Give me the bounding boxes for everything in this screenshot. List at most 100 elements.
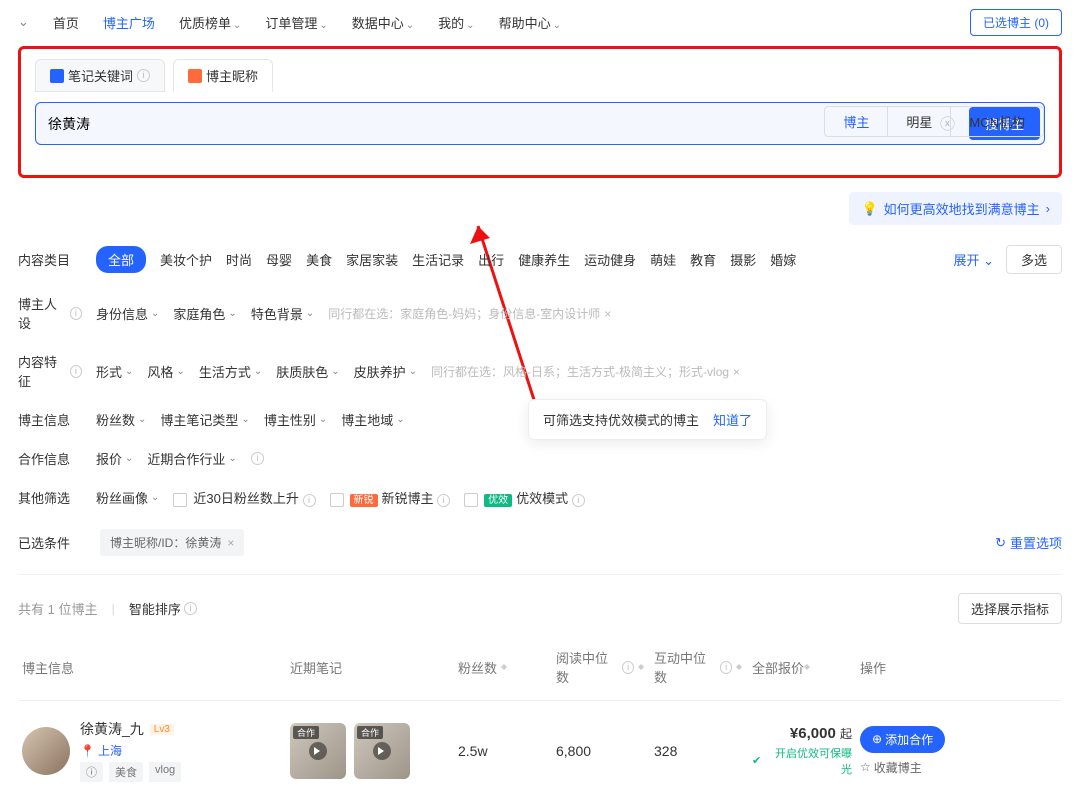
dd-feature[interactable]: 特色背景⌄ bbox=[251, 304, 314, 323]
avatar[interactable] bbox=[22, 727, 70, 775]
nav-orders[interactable]: 订单管理⌄ bbox=[265, 13, 327, 32]
nav-help[interactable]: 帮助中心⌄ bbox=[499, 13, 561, 32]
favorite-button[interactable]: ☆收藏博主 bbox=[860, 759, 922, 776]
dd-family[interactable]: 家庭角色⌄ bbox=[173, 304, 236, 323]
search-input[interactable] bbox=[40, 110, 930, 138]
close-icon[interactable]: × bbox=[733, 365, 740, 379]
level-badge: Lv3 bbox=[150, 724, 174, 735]
add-cooperation-button[interactable]: ⊕添加合作 bbox=[860, 726, 945, 753]
note-thumb[interactable]: 合作 bbox=[290, 723, 346, 779]
tab-blogger[interactable]: 博主 bbox=[824, 106, 888, 137]
label-applied: 已选条件 bbox=[18, 533, 82, 552]
cat-item[interactable]: 美妆个护 bbox=[160, 250, 212, 269]
top-nav: ⌄ 首页 博主广场 优质榜单⌄ 订单管理⌄ 数据中心⌄ 我的⌄ 帮助中心⌄ 已选… bbox=[18, 0, 1062, 44]
sort-dropdown[interactable]: 智能排序 i bbox=[129, 599, 197, 618]
cat-item[interactable]: 生活记录 bbox=[412, 250, 464, 269]
table-row: 徐黄涛_九Lv3 📍上海 ⓘ 美食 vlog 合作 合作 2.5w 6,800 … bbox=[18, 701, 1062, 800]
help-link[interactable]: 💡 如何更高效地找到满意博主 › bbox=[849, 192, 1062, 225]
tooltip-ok[interactable]: 知道了 bbox=[713, 413, 752, 428]
label-other: 其他筛选 bbox=[18, 488, 82, 507]
cat-item[interactable]: 摄影 bbox=[730, 250, 756, 269]
filters: 内容类目 全部 美妆个护 时尚 母婴 美食 家居家装 生活记录 出行 健康养生 … bbox=[18, 235, 1062, 556]
dd-form[interactable]: 形式⌄ bbox=[96, 362, 133, 381]
cat-item[interactable]: 时尚 bbox=[226, 250, 252, 269]
col-fans[interactable]: 粉丝数 bbox=[458, 658, 548, 677]
refresh-icon: ↻ bbox=[995, 535, 1006, 551]
col-inter[interactable]: 互动中位数i bbox=[654, 648, 744, 686]
cat-item[interactable]: 运动健身 bbox=[584, 250, 636, 269]
table-head: 博主信息 近期笔记 粉丝数 阅读中位数i 互动中位数i 全部报价 操作 bbox=[18, 634, 1062, 701]
cat-item[interactable]: 出行 bbox=[478, 250, 504, 269]
label-persona: 博主人设i bbox=[18, 294, 82, 332]
tooltip-youxiao: 可筛选支持优效模式的博主知道了 bbox=[528, 399, 767, 440]
label-bloginfo: 博主信息 bbox=[18, 410, 82, 429]
nav-data[interactable]: 数据中心⌄ bbox=[352, 13, 414, 32]
cell-reads: 6,800 bbox=[556, 743, 646, 759]
cell-fans: 2.5w bbox=[458, 743, 548, 759]
cb-youxiao[interactable]: 优效优效模式 i bbox=[464, 488, 585, 507]
applied-chip: 博主昵称/ID：徐黄涛× bbox=[100, 529, 244, 556]
dd-notetype[interactable]: 博主笔记类型⌄ bbox=[160, 410, 249, 429]
dd-skin[interactable]: 肤质肤色⌄ bbox=[276, 362, 339, 381]
cat-item[interactable]: 婚嫁 bbox=[770, 250, 796, 269]
dd-fans[interactable]: 粉丝数⌄ bbox=[96, 410, 146, 429]
close-icon[interactable]: × bbox=[604, 307, 611, 321]
metric-select-button[interactable]: 选择展示指标 bbox=[958, 593, 1062, 624]
tab-mcn[interactable]: MCN机构 bbox=[950, 107, 1043, 136]
blogger-name[interactable]: 徐黄涛_九Lv3 bbox=[80, 719, 282, 739]
pin-icon: 📍 bbox=[80, 744, 95, 758]
bulb-icon: 💡 bbox=[861, 201, 877, 217]
expand-link[interactable]: 展开 ⌄ bbox=[953, 250, 994, 269]
tab-star[interactable]: 明星 bbox=[887, 107, 950, 136]
user-icon bbox=[188, 69, 202, 83]
cat-item[interactable]: 母婴 bbox=[266, 250, 292, 269]
category-all[interactable]: 全部 bbox=[96, 246, 146, 273]
nav-rank[interactable]: 优质榜单⌄ bbox=[179, 13, 241, 32]
dd-industry[interactable]: 近期合作行业⌄ bbox=[147, 449, 236, 468]
nav-home[interactable]: 首页 bbox=[53, 13, 79, 32]
cat-item[interactable]: 萌娃 bbox=[650, 250, 676, 269]
dd-style[interactable]: 风格⌄ bbox=[147, 362, 184, 381]
tab-blogger-name[interactable]: 博主昵称 bbox=[173, 59, 273, 92]
col-reads[interactable]: 阅读中位数i bbox=[556, 648, 646, 686]
info-icon: i bbox=[251, 452, 264, 465]
cb-fans-rise[interactable]: 近30日粉丝数上升 i bbox=[173, 488, 315, 507]
dd-fanprofile[interactable]: 粉丝画像⌄ bbox=[96, 488, 159, 507]
star-icon: ☆ bbox=[860, 760, 871, 774]
selected-bloggers-button[interactable]: 已选博主 (0) bbox=[970, 9, 1062, 36]
multi-select-button[interactable]: 多选 bbox=[1006, 245, 1062, 274]
cat-item[interactable]: 家居家装 bbox=[346, 250, 398, 269]
col-notes: 近期笔记 bbox=[290, 658, 450, 677]
col-price[interactable]: 全部报价 bbox=[752, 658, 852, 677]
location: 📍上海 bbox=[80, 742, 282, 759]
nav-square[interactable]: 博主广场 bbox=[103, 13, 155, 32]
dd-price[interactable]: 报价⌄ bbox=[96, 449, 133, 468]
info-icon: ⓘ bbox=[80, 762, 103, 782]
note-thumb[interactable]: 合作 bbox=[354, 723, 410, 779]
play-icon bbox=[309, 742, 327, 760]
cb-newstar[interactable]: 新锐新锐博主 i bbox=[330, 488, 451, 507]
cell-price: ¥6,000 起 ✔开启优效可保曝光 bbox=[752, 725, 852, 777]
shield-icon: ✔ bbox=[752, 754, 761, 767]
cat-item[interactable]: 教育 bbox=[690, 250, 716, 269]
dd-skincare[interactable]: 皮肤养护⌄ bbox=[354, 362, 417, 381]
nav-mine[interactable]: 我的⌄ bbox=[438, 13, 474, 32]
play-icon bbox=[373, 742, 391, 760]
tab-note-keyword[interactable]: 笔记关键词 i bbox=[35, 59, 165, 92]
chip-remove[interactable]: × bbox=[227, 536, 234, 550]
dd-region[interactable]: 博主地域⌄ bbox=[341, 410, 404, 429]
nav-caret: ⌄ bbox=[18, 14, 29, 30]
tag: 美食 bbox=[109, 762, 143, 782]
info-icon: i bbox=[137, 69, 150, 82]
dd-lifestyle[interactable]: 生活方式⌄ bbox=[199, 362, 262, 381]
reset-button[interactable]: ↻重置选项 bbox=[995, 533, 1062, 552]
list-header: 共有 1 位博主 | 智能排序 i 选择展示指标 bbox=[18, 593, 1062, 624]
dd-identity[interactable]: 身份信息⌄ bbox=[96, 304, 159, 323]
cat-item[interactable]: 健康养生 bbox=[518, 250, 570, 269]
cat-item[interactable]: 美食 bbox=[306, 250, 332, 269]
label-content: 内容特征i bbox=[18, 352, 82, 390]
dd-gender[interactable]: 博主性别⌄ bbox=[264, 410, 327, 429]
note-icon bbox=[50, 69, 64, 83]
label-coop: 合作信息 bbox=[18, 449, 82, 468]
persona-hint: 同行都在选：家庭角色-妈妈；身份信息-室内设计师× bbox=[328, 305, 611, 322]
